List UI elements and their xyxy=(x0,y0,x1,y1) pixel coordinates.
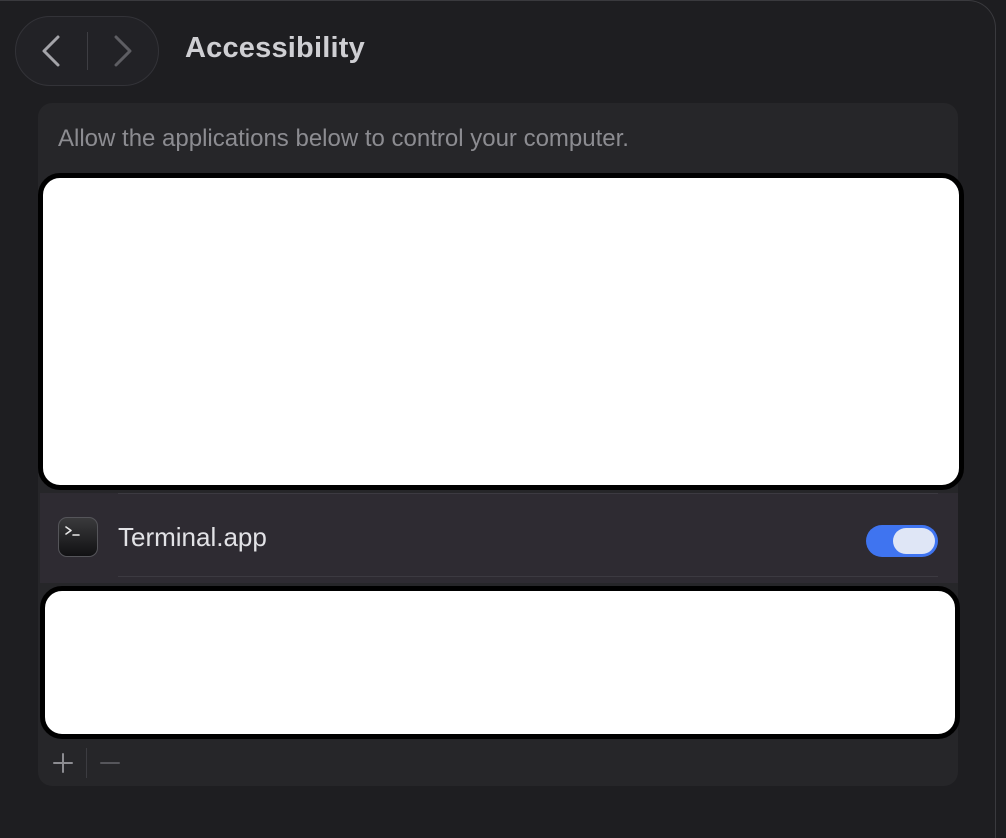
page-title: Accessibility xyxy=(185,32,365,64)
terminal-app-icon xyxy=(58,517,98,557)
remove-app-button[interactable] xyxy=(87,743,133,783)
redacted-region-bottom xyxy=(40,586,960,739)
row-separator xyxy=(118,493,938,494)
add-app-button[interactable] xyxy=(40,743,86,783)
list-item-terminal[interactable]: Terminal.app xyxy=(40,493,958,583)
chevron-left-icon xyxy=(42,35,60,67)
redacted-region-top xyxy=(38,173,964,490)
terminal-access-toggle[interactable] xyxy=(866,525,938,557)
settings-window: Accessibility Allow the applications bel… xyxy=(0,0,996,838)
app-name: Terminal.app xyxy=(118,522,267,552)
toggle-knob xyxy=(893,528,935,554)
back-button[interactable] xyxy=(16,17,87,85)
row-separator xyxy=(118,576,938,577)
forward-button[interactable] xyxy=(88,17,159,85)
chevron-right-icon xyxy=(114,35,132,67)
panel-description: Allow the applications below to control … xyxy=(58,125,629,152)
list-actions-bar xyxy=(40,743,180,783)
plus-icon xyxy=(53,753,73,773)
minus-icon xyxy=(100,762,120,764)
navigation-buttons xyxy=(15,16,159,86)
